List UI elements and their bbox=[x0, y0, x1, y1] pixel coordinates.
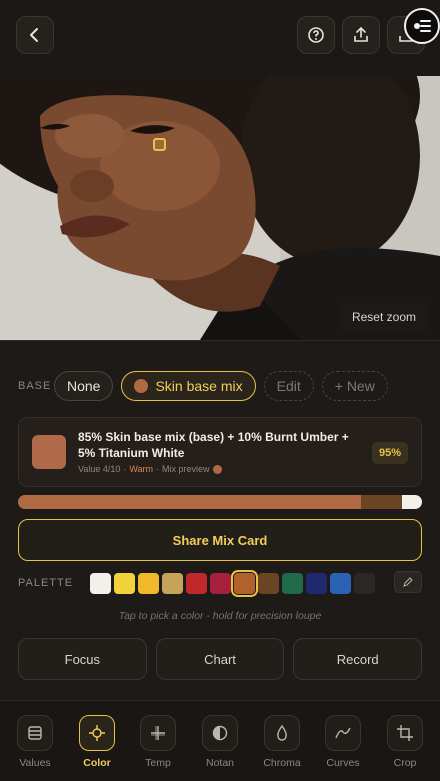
chart-button[interactable]: Chart bbox=[155, 638, 285, 680]
base-chip-new[interactable]: + New bbox=[321, 371, 388, 401]
base-label: BASE bbox=[18, 380, 52, 392]
menu-lines-icon bbox=[414, 20, 431, 32]
mix-panel: BASE None Skin base mix Edit + New 85% S… bbox=[0, 340, 440, 700]
nav-item-curves[interactable]: Curves bbox=[316, 715, 370, 769]
palette-swatches bbox=[90, 569, 375, 597]
nav-item-color[interactable]: Color bbox=[70, 715, 124, 769]
base-chip-edit[interactable]: Edit bbox=[263, 371, 314, 401]
palette-hint: Tap to pick a color - hold for precision… bbox=[118, 610, 322, 622]
mix-bar-segment-white bbox=[401, 495, 422, 509]
mix-bar-segment-umber bbox=[361, 495, 402, 509]
edit-palette-button[interactable] bbox=[394, 571, 422, 593]
top-bar bbox=[0, 0, 440, 76]
palette-swatch[interactable] bbox=[231, 569, 258, 597]
nav-item-temp[interactable]: Temp bbox=[131, 715, 185, 769]
palette-swatch[interactable] bbox=[258, 572, 279, 594]
half-circle-icon bbox=[202, 715, 238, 751]
mix-recipe-card[interactable]: 85% Skin base mix (base) + 10% Burnt Umb… bbox=[18, 417, 422, 487]
pencil-icon bbox=[403, 577, 413, 587]
mix-meta: Value 4/10 · Warm · Mix preview bbox=[78, 464, 222, 474]
mix-temperature: Warm bbox=[129, 464, 154, 474]
bottom-tool-nav: Values Color Temp Notan Chroma Curves Cr… bbox=[0, 700, 440, 781]
curve-icon bbox=[325, 715, 361, 751]
layers-icon bbox=[17, 715, 53, 751]
grid-plus-icon bbox=[140, 715, 176, 751]
focus-button[interactable]: Focus bbox=[18, 638, 147, 680]
droplet-icon bbox=[264, 715, 300, 751]
upload-icon bbox=[354, 26, 368, 42]
mix-preview-dot-icon bbox=[212, 464, 222, 474]
reset-zoom-button[interactable]: Reset zoom bbox=[337, 302, 430, 332]
help-button[interactable] bbox=[297, 16, 335, 54]
back-button[interactable] bbox=[16, 16, 54, 54]
palette-swatch[interactable] bbox=[210, 572, 231, 594]
share-mix-card-button[interactable]: Share Mix Card bbox=[18, 519, 422, 561]
palette-swatch[interactable] bbox=[354, 572, 375, 594]
chevron-left-icon bbox=[30, 28, 38, 42]
palette-swatch[interactable] bbox=[186, 572, 207, 594]
nav-item-notan[interactable]: Notan bbox=[193, 715, 247, 769]
mix-preview-label: Mix preview bbox=[162, 464, 210, 474]
share-button[interactable] bbox=[342, 16, 380, 54]
mix-bar-segment-base bbox=[18, 495, 362, 509]
crosshair-icon bbox=[79, 715, 115, 751]
base-chip-none[interactable]: None bbox=[54, 371, 114, 401]
palette-swatch[interactable] bbox=[138, 572, 159, 594]
swatch-dot-icon bbox=[134, 379, 149, 393]
nav-item-crop[interactable]: Crop bbox=[378, 715, 432, 769]
palette-swatch[interactable] bbox=[330, 572, 351, 594]
palette-label: PALETTE bbox=[18, 577, 74, 589]
question-circle-icon bbox=[308, 27, 324, 43]
nav-item-values[interactable]: Values bbox=[8, 715, 62, 769]
palette-swatch[interactable] bbox=[162, 572, 183, 594]
palette-swatch[interactable] bbox=[306, 572, 327, 594]
color-sample-marker[interactable] bbox=[153, 138, 166, 151]
reference-photo[interactable]: Reset zoom bbox=[0, 76, 440, 340]
palette-swatch[interactable] bbox=[282, 572, 303, 594]
palette-swatch[interactable] bbox=[90, 572, 111, 594]
nav-item-chroma[interactable]: Chroma bbox=[255, 715, 309, 769]
palette-swatch[interactable] bbox=[114, 572, 135, 594]
base-row: BASE None Skin base mix Edit + New bbox=[18, 371, 388, 401]
mix-proportion-bar bbox=[18, 495, 422, 509]
match-percent-badge: 95% bbox=[371, 442, 408, 464]
palette-row: PALETTE bbox=[18, 569, 422, 597]
record-button[interactable]: Record bbox=[293, 638, 423, 680]
action-row: Focus Chart Record bbox=[18, 638, 423, 680]
portrait-image bbox=[0, 76, 440, 340]
menu-fab-button[interactable] bbox=[404, 8, 440, 44]
crop-icon bbox=[387, 715, 423, 751]
mix-color-swatch bbox=[32, 435, 66, 469]
base-chip-skin-base-mix[interactable]: Skin base mix bbox=[121, 371, 256, 401]
mix-value: Value 4/10 bbox=[78, 464, 121, 474]
mix-recipe-title: 85% Skin base mix (base) + 10% Burnt Umb… bbox=[78, 430, 349, 460]
